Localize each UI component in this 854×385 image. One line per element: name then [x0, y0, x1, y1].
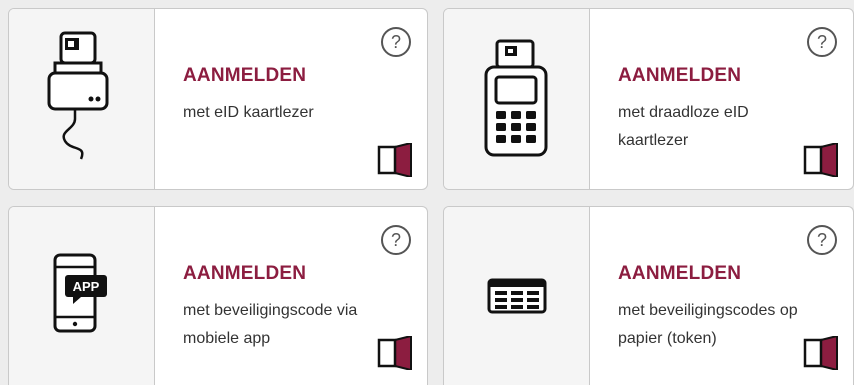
- card-subtitle: met eID kaartlezer: [183, 104, 314, 121]
- mobile-app-icon: APP: [53, 253, 107, 333]
- wireless-card-reader-icon: [484, 39, 547, 157]
- card-icon-area: [444, 9, 590, 189]
- card-icon-area: APP: [9, 207, 155, 385]
- enter-door-icon: [377, 143, 412, 177]
- card-subtitle: met draadloze eID kaartlezer: [618, 104, 749, 149]
- eid-card-reader-icon: [47, 31, 108, 160]
- card-title: AANMELDEN: [183, 263, 307, 284]
- card-body: AANMELDEN met beveiligingscode via mobie…: [155, 207, 427, 385]
- help-icon[interactable]: ?: [807, 225, 837, 255]
- login-option-wireless-reader[interactable]: AANMELDEN met draadloze eID kaartlezer ?: [443, 8, 854, 190]
- login-option-mobile-app[interactable]: APP AANMELDEN met beveiligingscode via m…: [8, 206, 428, 385]
- card-subtitle: met beveiligingscodes op papier (token): [618, 302, 798, 347]
- enter-door-icon: [377, 336, 412, 370]
- login-option-eid-reader[interactable]: AANMELDEN met eID kaartlezer ?: [8, 8, 428, 190]
- app-label: APP: [72, 279, 99, 294]
- card-body: AANMELDEN met beveiligingscodes op papie…: [590, 207, 853, 385]
- card-title: AANMELDEN: [183, 65, 307, 86]
- card-body: AANMELDEN met draadloze eID kaartlezer ?: [590, 9, 853, 189]
- enter-door-icon: [803, 143, 838, 177]
- card-icon-area: [9, 9, 155, 189]
- card-body: AANMELDEN met eID kaartlezer ?: [155, 9, 427, 189]
- card-title: AANMELDEN: [618, 65, 742, 86]
- card-title: AANMELDEN: [618, 263, 742, 284]
- help-icon[interactable]: ?: [381, 225, 411, 255]
- card-icon-area: [444, 207, 590, 385]
- login-option-paper-token[interactable]: AANMELDEN met beveiligingscodes op papie…: [443, 206, 854, 385]
- help-icon[interactable]: ?: [807, 27, 837, 57]
- card-subtitle: met beveiligingscode via mobiele app: [183, 302, 358, 347]
- help-icon[interactable]: ?: [381, 27, 411, 57]
- enter-door-icon: [803, 336, 838, 370]
- token-card-icon: [487, 278, 546, 314]
